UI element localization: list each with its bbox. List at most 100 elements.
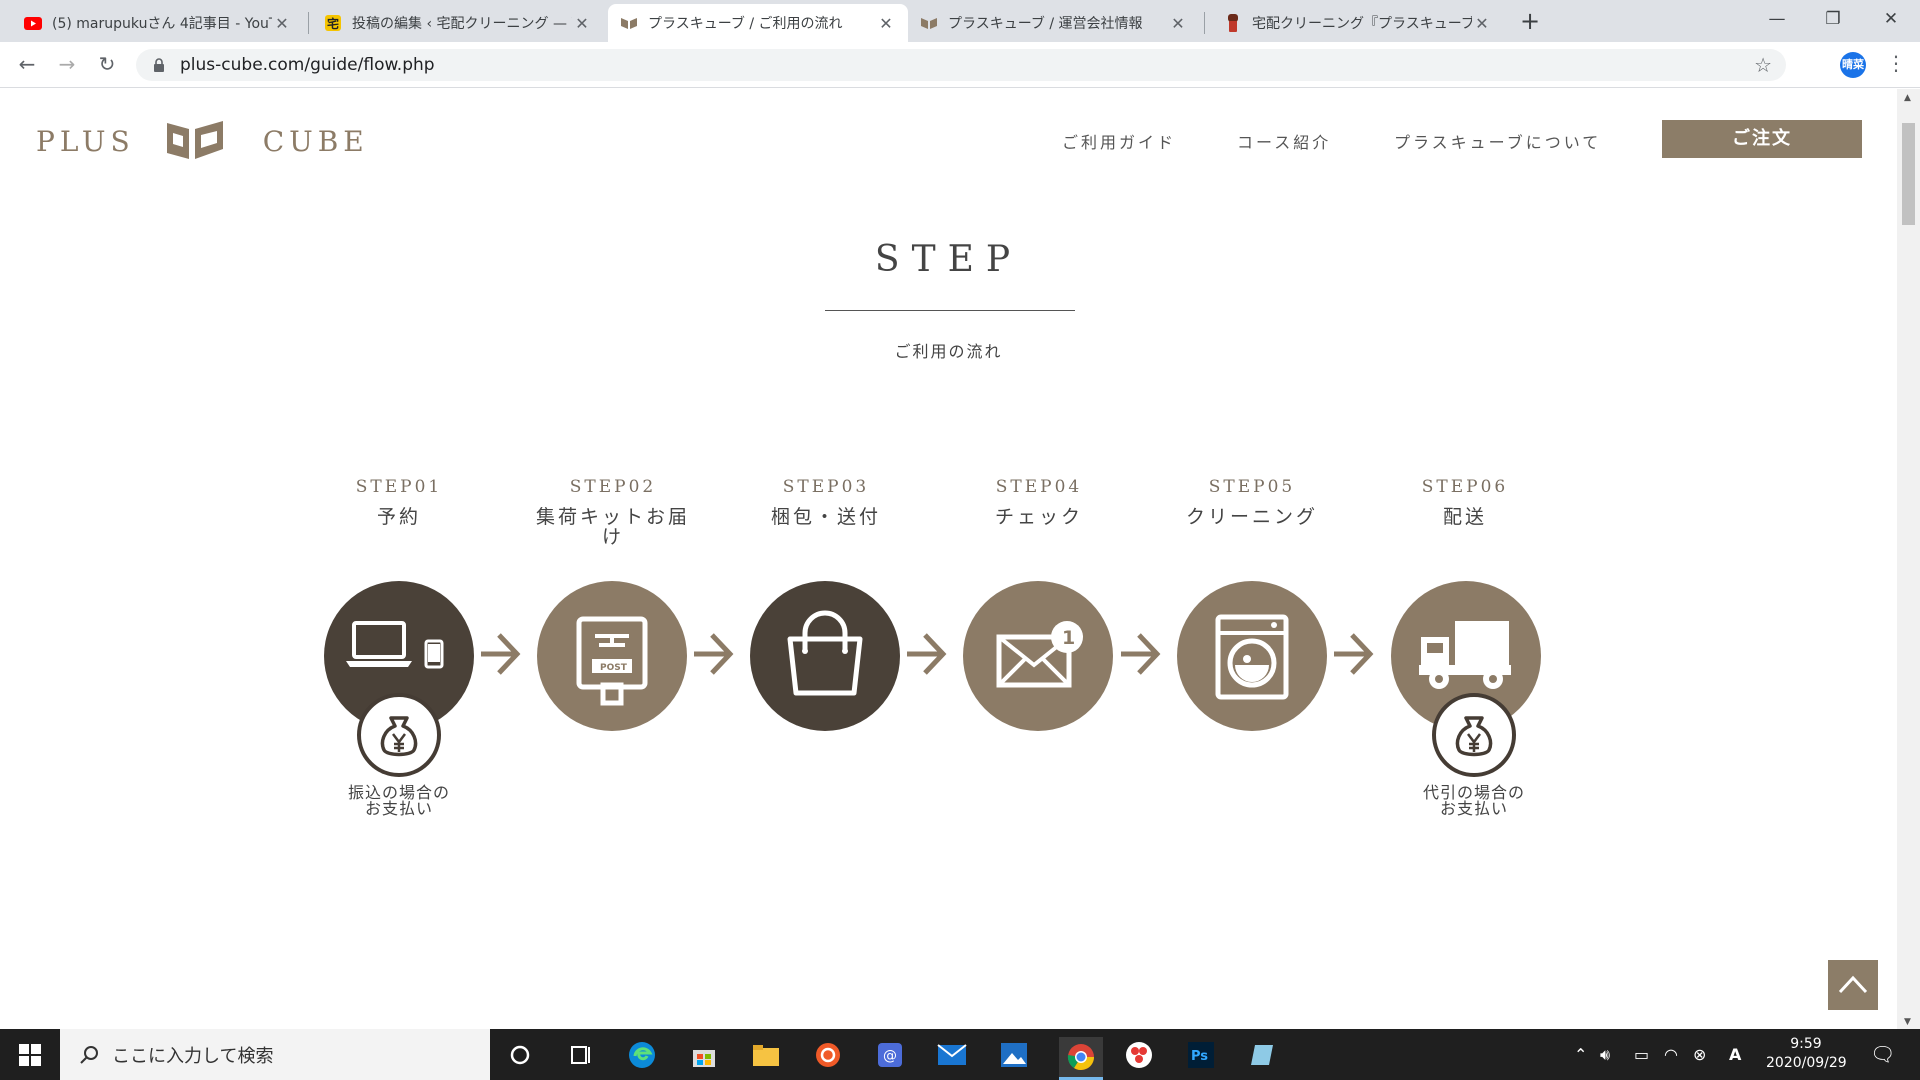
step-label: STEP06 配送 <box>1365 477 1565 527</box>
ime-a-icon[interactable]: A <box>1729 1045 1741 1064</box>
section-divider <box>825 310 1075 311</box>
step-number: STEP01 <box>355 477 443 497</box>
scrollbar-thumb[interactable] <box>1902 123 1915 225</box>
step-circle-cleaning <box>1177 581 1327 731</box>
browser-tab-strip: (5) marupukuさん 4記事目 - YouTu ✕ 宅 投稿の編集 ‹ … <box>0 0 1920 42</box>
chrome-icon[interactable] <box>1059 1037 1103 1080</box>
post-box-icon: POST <box>576 616 648 706</box>
wifi-icon[interactable]: ◠ <box>1664 1045 1678 1064</box>
url-text: plus-cube.com/guide/flow.php <box>180 55 435 75</box>
mail-notification-icon: 1 <box>996 621 1083 688</box>
close-icon[interactable]: ✕ <box>1168 14 1188 33</box>
file-explorer-icon[interactable] <box>748 1037 784 1073</box>
nav-about[interactable]: プラスキューブについて <box>1394 129 1601 153</box>
scroll-up-arrow-icon[interactable]: ▲ <box>1904 93 1911 103</box>
step-name: 配送 <box>1442 506 1487 528</box>
close-icon[interactable]: ✕ <box>1472 14 1492 33</box>
browser-toolbar: ← → ↻ plus-cube.com/guide/flow.php ☆ 晴菜 … <box>0 42 1920 88</box>
menu-kebab-icon[interactable]: ⋮ <box>1886 51 1906 75</box>
close-icon[interactable]: ✕ <box>272 14 292 33</box>
step-name: クリーニング <box>1185 506 1318 528</box>
browser-tab[interactable]: プラスキューブ / 運営会社情報 ✕ <box>908 4 1200 42</box>
svg-text:POST: POST <box>600 663 628 673</box>
scroll-to-top-button[interactable] <box>1828 960 1878 1010</box>
app-dots-icon[interactable] <box>1121 1037 1157 1073</box>
close-icon[interactable]: ✕ <box>876 14 896 33</box>
cortana-icon[interactable] <box>502 1037 538 1073</box>
site-favicon-icon <box>1224 14 1242 32</box>
step-name: 予約 <box>376 506 421 528</box>
step-label: STEP03 梱包・送付 <box>726 477 926 527</box>
store-icon[interactable] <box>686 1037 722 1073</box>
clock-date: 2020/09/29 <box>1766 1055 1847 1071</box>
step-arrow-icon <box>694 633 734 675</box>
windows-start-icon[interactable] <box>12 1037 48 1073</box>
forward-icon[interactable]: → <box>53 50 81 78</box>
browser-tab-active[interactable]: プラスキューブ / ご利用の流れ ✕ <box>608 4 908 42</box>
browser-tab[interactable]: 宅配クリーニング『プラスキューブ』の7つ ✕ <box>1212 4 1504 42</box>
step-number: STEP03 <box>782 477 870 497</box>
profile-avatar[interactable]: 晴菜 <box>1840 52 1866 78</box>
scroll-down-arrow-icon[interactable]: ▼ <box>1904 1017 1911 1027</box>
step-arrow-icon <box>1121 633 1161 675</box>
app-notes-icon[interactable] <box>1245 1037 1281 1073</box>
app-orange-icon[interactable] <box>810 1037 846 1073</box>
svg-text:Ps: Ps <box>1191 1049 1208 1064</box>
tab-title: 宅配クリーニング『プラスキューブ』の7つ <box>1252 16 1472 32</box>
window-close-icon[interactable]: ✕ <box>1868 4 1914 34</box>
step-name: チェック <box>994 506 1083 528</box>
step-name: 梱包・送付 <box>770 506 881 528</box>
clock-time: 9:59 <box>1790 1036 1822 1052</box>
taskbar-clock[interactable]: 9:59 2020/09/29 <box>1766 1035 1847 1073</box>
status-x-icon[interactable]: ⊗ <box>1693 1045 1706 1064</box>
section-subtitle: ご利用の流れ <box>894 342 1003 361</box>
battery-icon[interactable]: ▭ <box>1634 1045 1649 1064</box>
page-scrollbar[interactable]: ▲ ▼ <box>1897 89 1920 1029</box>
tab-title: 投稿の編集 ‹ 宅配クリーニング — W <box>352 16 572 32</box>
search-icon <box>80 1045 98 1064</box>
notifications-icon[interactable]: 🗨︎ <box>1870 1042 1895 1066</box>
new-tab-button[interactable]: + <box>1520 9 1540 33</box>
payment-note-line: お支払い <box>1439 799 1508 818</box>
step-label: STEP05 クリーニング <box>1152 477 1352 527</box>
logo-text-left: PLUS <box>36 124 135 158</box>
back-icon[interactable]: ← <box>13 50 41 78</box>
edge-browser-icon[interactable] <box>624 1037 660 1073</box>
site-logo[interactable]: PLUS CUBE <box>36 119 369 163</box>
task-view-icon[interactable] <box>562 1037 598 1073</box>
order-button[interactable]: ご注文 <box>1662 120 1862 158</box>
tab-title: (5) marupukuさん 4記事目 - YouTu <box>52 16 272 32</box>
minimize-icon[interactable]: — <box>1754 4 1800 34</box>
bookmark-star-icon[interactable]: ☆ <box>1754 53 1772 77</box>
chevron-up-icon[interactable]: ⌃ <box>1574 1045 1587 1064</box>
nav-guide[interactable]: ご利用ガイド <box>1062 129 1176 153</box>
mail-icon[interactable] <box>934 1037 970 1073</box>
payment-note-line: お支払い <box>364 799 433 818</box>
nav-courses[interactable]: コース紹介 <box>1237 129 1331 153</box>
step-number: STEP05 <box>1208 477 1296 497</box>
step-label: STEP02 集荷キットお届け <box>513 477 713 547</box>
tab-title: プラスキューブ / 運営会社情報 <box>948 16 1143 32</box>
restore-icon[interactable]: ❐ <box>1810 4 1856 34</box>
step-label: STEP04 チェック <box>939 477 1139 527</box>
logo-text-right: CUBE <box>262 124 369 158</box>
address-bar[interactable]: plus-cube.com/guide/flow.php ☆ <box>136 49 1786 81</box>
washing-machine-icon <box>1215 614 1289 700</box>
step-name: 集荷キットお届け <box>535 506 690 548</box>
email-app-icon[interactable]: @ <box>872 1037 908 1073</box>
money-bag-yen-icon <box>357 693 441 777</box>
windows-taskbar: ここに入力して検索 @ Ps ⌃ 🔊︎ ▭ ◠ ⊗ A 9:59 2020/09… <box>0 1029 1920 1080</box>
step-arrow-icon <box>481 633 521 675</box>
reload-icon[interactable]: ↻ <box>93 50 121 78</box>
lock-icon <box>154 58 164 72</box>
photoshop-icon[interactable]: Ps <box>1183 1037 1219 1073</box>
section-title: STEP <box>874 239 1023 280</box>
photos-icon[interactable] <box>996 1037 1032 1073</box>
close-icon[interactable]: ✕ <box>572 14 592 33</box>
taskbar-search-box[interactable]: ここに入力して検索 <box>60 1029 490 1080</box>
browser-tab[interactable]: 宅 投稿の編集 ‹ 宅配クリーニング — W ✕ <box>312 4 604 42</box>
plus-cube-logo-icon <box>620 14 638 32</box>
step-number: STEP02 <box>569 477 657 497</box>
browser-tab[interactable]: (5) marupukuさん 4記事目 - YouTu ✕ <box>12 4 304 42</box>
volume-icon[interactable]: 🔊︎ <box>1600 1045 1610 1065</box>
